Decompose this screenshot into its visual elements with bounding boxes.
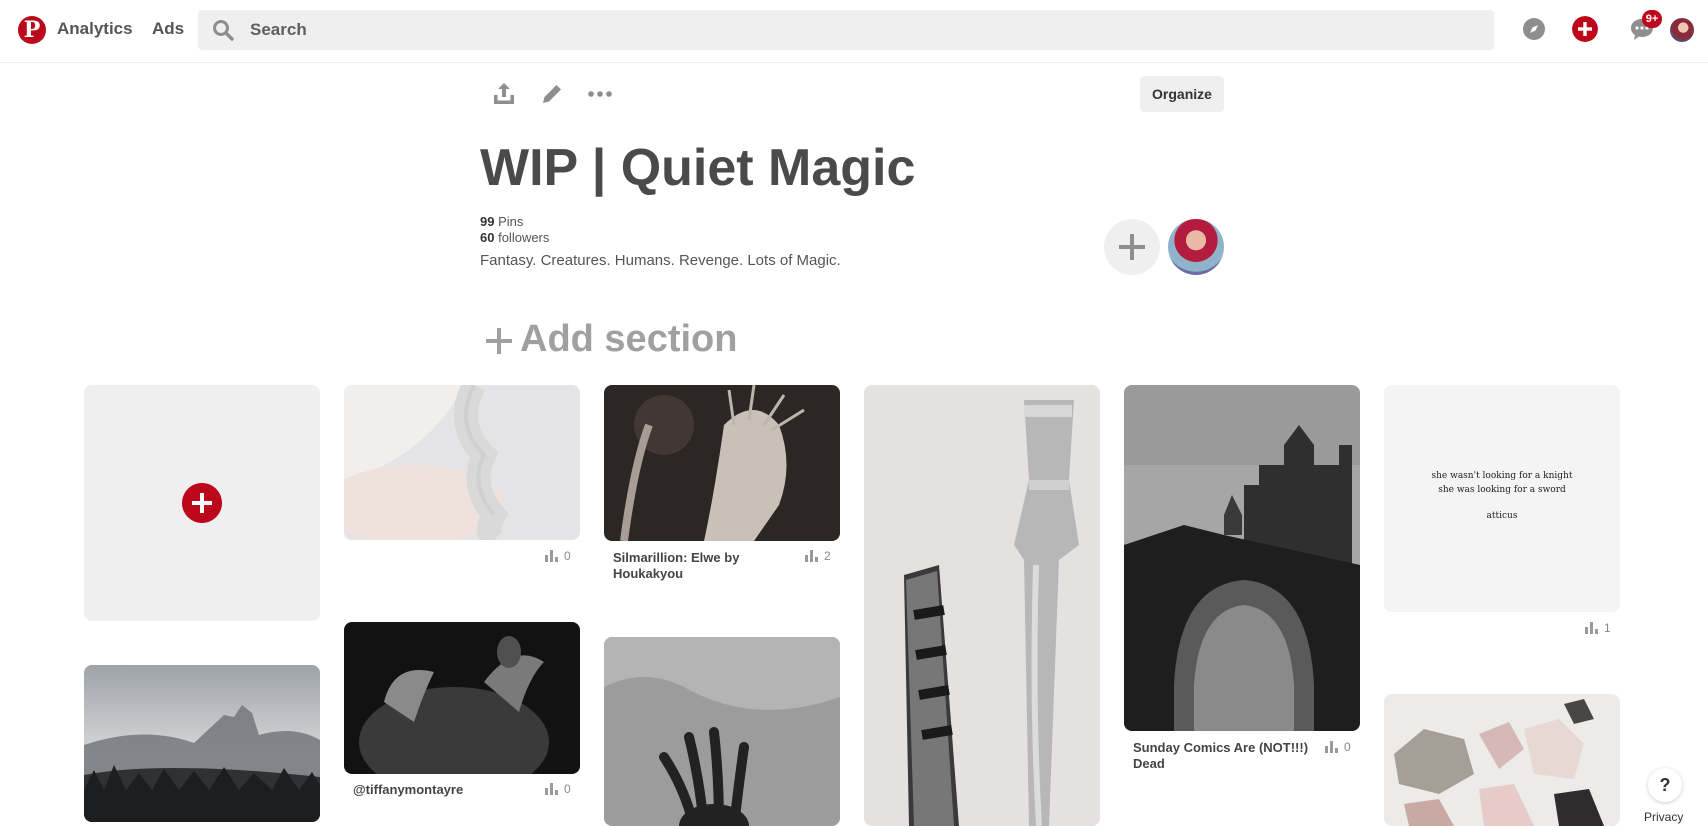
dark-hand-image — [604, 637, 840, 826]
notification-badge: 9+ — [1642, 10, 1662, 28]
plus-icon — [1119, 234, 1145, 260]
pin-stats: 0 — [545, 549, 571, 563]
castle-ruin-image — [1124, 385, 1360, 731]
pin-count-value: 0 — [564, 549, 571, 563]
organize-button[interactable]: Organize — [1140, 76, 1224, 112]
pin-title: Silmarillion: Elwe by Houkakyou — [613, 550, 740, 581]
add-section-label: Add section — [520, 318, 738, 360]
followers-label: followers — [498, 230, 550, 245]
user-avatar[interactable] — [1670, 18, 1694, 42]
pin-image-quote[interactable]: she wasn't looking for a knight she was … — [1384, 385, 1620, 612]
add-pin-tile[interactable] — [84, 385, 320, 621]
pin-title: @tiffanymontayre — [353, 782, 464, 797]
pins-stat[interactable]: 99 Pins — [480, 214, 523, 229]
quote-author: atticus — [1486, 511, 1518, 521]
stats-icon — [545, 783, 558, 795]
elwe-image — [604, 385, 840, 541]
pinterest-logo-icon[interactable]: P — [18, 16, 46, 44]
quote-line: she was looking for a sword — [1438, 485, 1566, 495]
followers-stat[interactable]: 60 followers — [480, 230, 549, 245]
pin-image-elwe[interactable] — [604, 385, 840, 541]
pin-stats: 0 — [545, 782, 571, 796]
braid-image — [344, 385, 580, 540]
stats-icon — [1325, 741, 1338, 753]
pin-image-dark-hand[interactable] — [604, 637, 840, 826]
help-button[interactable]: ? — [1648, 768, 1682, 802]
add-collaborator-button[interactable] — [1104, 219, 1160, 275]
pencil-icon[interactable] — [538, 80, 566, 108]
pin-stats: 2 — [805, 549, 831, 563]
add-section-button[interactable]: Add section — [486, 318, 737, 362]
followers-count: 60 — [480, 230, 495, 245]
pin-count-value: 1 — [1604, 621, 1611, 635]
plus-circle-icon — [182, 483, 222, 523]
top-bar: P Analytics Ads 9+ — [0, 0, 1708, 63]
nav-ads[interactable]: Ads — [152, 19, 184, 39]
board-description: Fantasy. Creatures. Humans. Revenge. Lot… — [480, 252, 841, 269]
pin-stats: 0 — [1325, 740, 1351, 754]
pin-count-value: 0 — [1344, 740, 1351, 754]
plus-circle-icon[interactable] — [1572, 16, 1598, 42]
board-title: WIP | Quiet Magic — [480, 139, 916, 197]
more-icon[interactable] — [586, 80, 614, 108]
pin-image-horns[interactable] — [344, 622, 580, 774]
pin-image-braid[interactable] — [344, 385, 580, 540]
pins-count: 99 — [480, 214, 495, 229]
compass-icon[interactable] — [1521, 16, 1547, 42]
crystals-image — [1384, 694, 1620, 826]
nav-analytics[interactable]: Analytics — [57, 19, 133, 39]
stats-icon — [805, 550, 818, 562]
pins-label: Pins — [498, 214, 524, 229]
misty-castle-image — [84, 665, 320, 822]
pin-stats: 1 — [1585, 621, 1611, 635]
plus-icon — [486, 328, 512, 354]
pin-count-value: 2 — [824, 549, 831, 563]
quote-line: she wasn't looking for a knight — [1431, 471, 1573, 481]
pin-image-castle-ruin[interactable] — [1124, 385, 1360, 731]
search-input[interactable] — [250, 10, 1450, 50]
pin-title: Sunday Comics Are (NOT!!!) Dead — [1133, 740, 1309, 771]
stats-icon — [545, 550, 558, 562]
owner-avatar[interactable] — [1168, 219, 1224, 275]
search-icon — [213, 20, 234, 41]
search-bar[interactable] — [198, 10, 1494, 50]
pin-image-crystals[interactable] — [1384, 694, 1620, 826]
horns-image — [344, 622, 580, 774]
share-icon[interactable] — [490, 80, 518, 108]
stats-icon — [1585, 622, 1598, 634]
pin-count-value: 0 — [564, 782, 571, 796]
pin-image-daggers[interactable] — [864, 385, 1100, 826]
privacy-link[interactable]: Privacy — [1644, 810, 1683, 824]
daggers-image — [864, 385, 1100, 826]
pin-image-misty-castle[interactable] — [84, 665, 320, 822]
